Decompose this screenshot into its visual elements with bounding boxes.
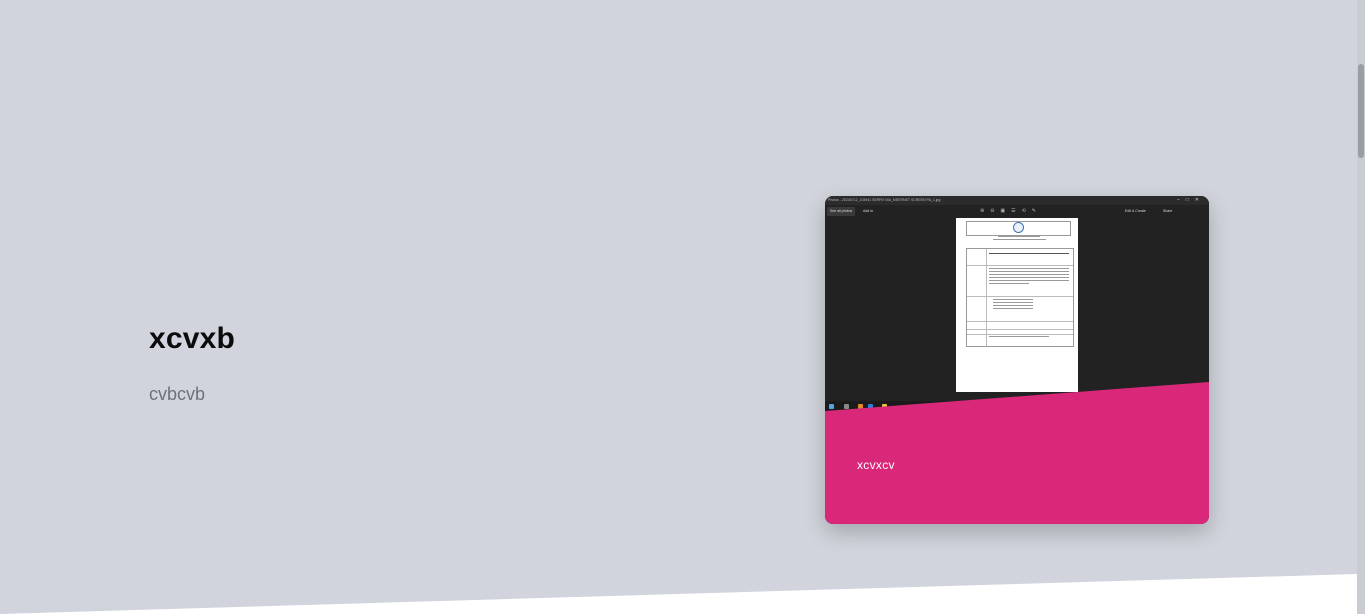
university-logo-icon (1013, 222, 1024, 233)
document-page-preview (956, 218, 1078, 392)
share-label: Share (1163, 209, 1173, 213)
document-table (966, 248, 1074, 347)
folder-icon (882, 404, 887, 409)
toolbar-icons: ⊕⊖▣☰⟲✎ (980, 208, 1042, 214)
card-screenshot-image: Photos - 20240712_103941 SERRV NIA_MEERN… (825, 196, 1209, 524)
screenshot-taskbar (825, 401, 1209, 413)
search-icon (844, 404, 849, 409)
edge-icon (868, 404, 873, 409)
screenshot-window-title: Photos - 20240712_103941 SERRV NIA_MEERN… (825, 196, 1209, 205)
page-scrollbar[interactable] (1357, 0, 1365, 614)
window-controls-icon: –□✕ (1177, 197, 1205, 203)
see-all-photos-label: See all photos (827, 207, 856, 216)
edit-create-label: Edit & Create (1125, 209, 1146, 213)
card-caption: xcvxcv (857, 458, 895, 472)
app-icon (858, 404, 863, 409)
add-to-label: Add to (863, 209, 874, 213)
document-heading-lines (966, 236, 1072, 242)
start-icon (829, 404, 834, 409)
hero-subtitle: cvbcvb (149, 384, 206, 404)
hero-title: xcvxb (149, 322, 236, 355)
feature-card[interactable]: Photos - 20240712_103941 SERRV NIA_MEERN… (825, 196, 1209, 524)
scrollbar-thumb[interactable] (1358, 64, 1364, 158)
screenshot-window-title-text: Photos - 20240712_103941 SERRV NIA_MEERN… (828, 198, 941, 202)
screenshot-toolbar: See all photos Add to ⊕⊖▣☰⟲✎ Edit & Crea… (825, 205, 1209, 218)
